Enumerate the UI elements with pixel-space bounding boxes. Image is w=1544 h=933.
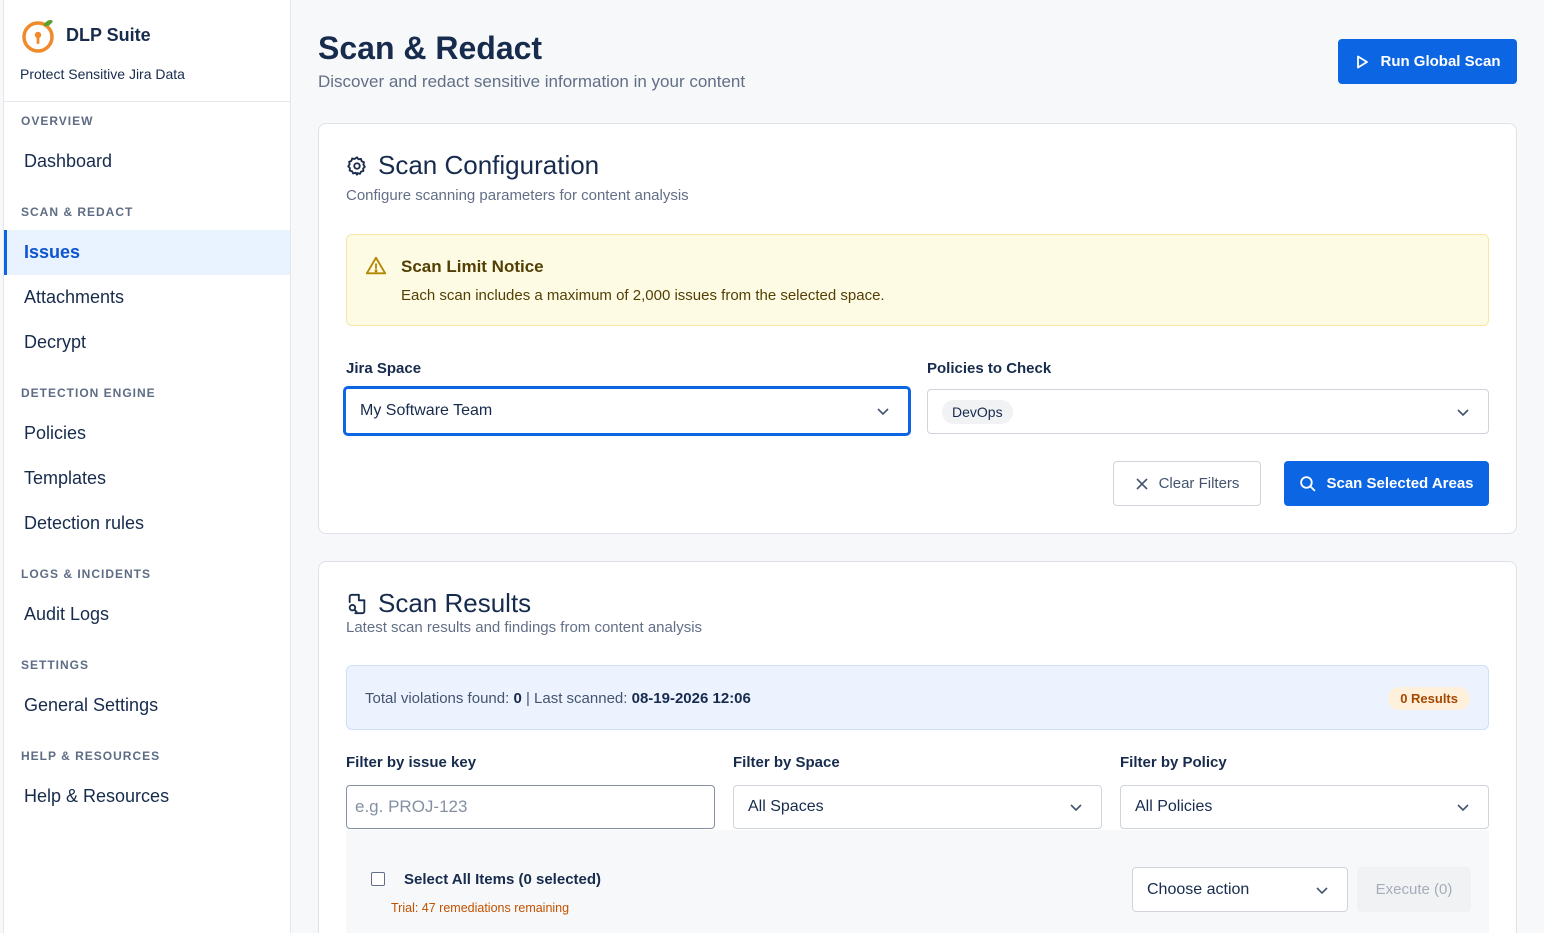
scan-summary-banner: Total violations found: 0 | Last scanned… — [346, 665, 1489, 730]
sidebar-item-issues[interactable]: Issues — [4, 230, 290, 275]
scan-configuration-subtitle: Configure scanning parameters for conten… — [346, 187, 689, 204]
jira-space-select[interactable]: My Software Team — [344, 387, 910, 435]
sidebar-item-audit-logs[interactable]: Audit Logs — [4, 592, 290, 637]
scan-results-card: Scan Results Latest scan results and fin… — [318, 561, 1517, 933]
brand-header: DLP Suite Protect Sensitive Jira Data — [4, 0, 290, 102]
scan-summary-text: Total violations found: 0 | Last scanned… — [365, 690, 751, 707]
scan-results-heading: Scan Results — [378, 588, 532, 618]
summary-separator: | — [525, 690, 530, 707]
file-search-icon — [348, 593, 366, 614]
sidebar-item-attachments[interactable]: Attachments — [4, 275, 290, 320]
sidebar-item-policies[interactable]: Policies — [4, 411, 290, 456]
scan-selected-areas-label: Scan Selected Areas — [1326, 475, 1474, 492]
sidebar-item-general-settings[interactable]: General Settings — [4, 683, 290, 728]
sidebar-item-detection-rules[interactable]: Detection rules — [4, 501, 290, 546]
main-content: Scan & Redact Discover and redact sensit… — [291, 0, 1544, 933]
execute-button[interactable]: Execute (0) — [1357, 867, 1471, 912]
sidebar-nav: OVERVIEW Dashboard SCAN & REDACT Issues … — [4, 103, 290, 819]
nav-section-overview: OVERVIEW — [21, 114, 94, 128]
select-all-checkbox[interactable] — [371, 872, 385, 886]
sidebar-item-dashboard[interactable]: Dashboard — [4, 139, 290, 184]
gear-icon — [347, 155, 366, 176]
bulk-action-select[interactable]: Choose action — [1132, 867, 1348, 912]
brand-tagline: Protect Sensitive Jira Data — [20, 66, 185, 82]
policies-to-check-label: Policies to Check — [927, 360, 1052, 377]
scan-configuration-heading: Scan Configuration — [378, 150, 600, 180]
filter-issue-key-input[interactable] — [346, 785, 715, 829]
dlp-logo-icon — [22, 20, 54, 53]
filter-policy-label: Filter by Policy — [1120, 754, 1227, 771]
nav-section-settings: SETTINGS — [21, 658, 90, 672]
filter-policy-value: All Policies — [1135, 798, 1213, 815]
sidebar-item-help-resources[interactable]: Help & Resources — [4, 774, 290, 819]
scan-results-subtitle: Latest scan results and findings from co… — [346, 619, 703, 636]
trial-remaining-text: Trial: 47 remediations remaining — [391, 901, 570, 915]
sidebar-item-decrypt[interactable]: Decrypt — [4, 320, 290, 365]
warning-icon — [365, 256, 387, 275]
chevron-down-icon — [877, 408, 889, 416]
last-scanned-value: 08-19-2026 12:06 — [631, 690, 751, 707]
jira-space-value: My Software Team — [360, 402, 493, 419]
nav-section-logs-incidents: LOGS & INCIDENTS — [21, 567, 152, 581]
filter-space-select[interactable]: All Spaces — [733, 785, 1102, 829]
scan-results-title: Scan Results — [346, 588, 531, 619]
nav-section-detection-engine: DETECTION ENGINE — [21, 386, 156, 400]
close-icon — [1135, 477, 1148, 490]
filter-issue-key-label: Filter by issue key — [346, 754, 477, 771]
scan-configuration-card: Scan Configuration Configure scanning pa… — [318, 123, 1517, 534]
chevron-down-icon — [1457, 804, 1469, 812]
sidebar: DLP Suite Protect Sensitive Jira Data OV… — [3, 0, 291, 933]
play-icon — [1357, 55, 1369, 68]
notice-text: Each scan includes a maximum of 2,000 is… — [401, 287, 885, 304]
notice-title: Scan Limit Notice — [401, 257, 544, 276]
scan-configuration-title: Scan Configuration — [346, 150, 599, 181]
run-global-scan-label: Run Global Scan — [1380, 53, 1501, 70]
nav-section-scan-redact: SCAN & REDACT — [21, 205, 134, 219]
select-all-label: Select All Items (0 selected) — [404, 871, 602, 888]
results-count-badge: 0 Results — [1388, 687, 1470, 710]
page-subtitle: Discover and redact sensitive informatio… — [318, 72, 746, 91]
scan-selected-areas-button[interactable]: Scan Selected Areas — [1284, 461, 1489, 506]
search-icon — [1300, 476, 1316, 492]
jira-space-label: Jira Space — [346, 360, 422, 377]
filter-space-label: Filter by Space — [733, 754, 840, 771]
policy-tag: DevOps — [942, 399, 1013, 424]
bulk-action-value: Choose action — [1147, 880, 1250, 898]
chevron-down-icon — [1316, 886, 1328, 894]
violations-count: 0 — [513, 690, 522, 707]
chevron-down-icon — [1457, 408, 1469, 416]
violations-label: Total violations found: — [365, 690, 510, 707]
filter-policy-select[interactable]: All Policies — [1120, 785, 1489, 829]
brand-name: DLP Suite — [66, 24, 151, 45]
clear-filters-button[interactable]: Clear Filters — [1113, 461, 1261, 506]
chevron-down-icon — [1070, 804, 1082, 812]
sidebar-item-templates[interactable]: Templates — [4, 456, 290, 501]
page-title: Scan & Redact — [318, 30, 543, 66]
filter-space-value: All Spaces — [748, 798, 824, 815]
last-scanned-label: Last scanned: — [534, 690, 628, 707]
bulk-action-bar: Select All Items (0 selected) Trial: 47 … — [346, 830, 1489, 933]
nav-section-help: HELP & RESOURCES — [21, 749, 161, 763]
run-global-scan-button[interactable]: Run Global Scan — [1338, 39, 1517, 84]
scan-limit-notice: Scan Limit Notice Each scan includes a m… — [346, 234, 1489, 326]
policies-select[interactable]: DevOps — [927, 389, 1489, 434]
clear-filters-label: Clear Filters — [1158, 475, 1240, 492]
